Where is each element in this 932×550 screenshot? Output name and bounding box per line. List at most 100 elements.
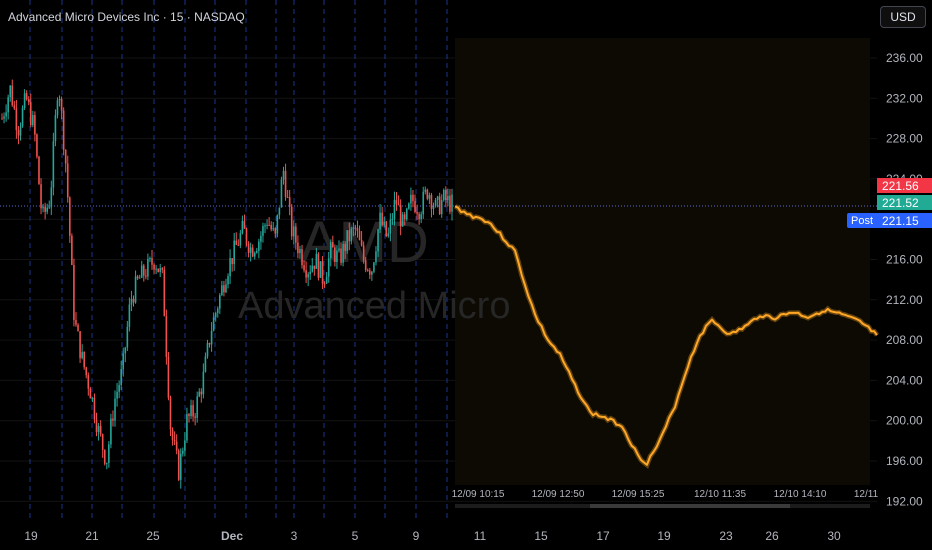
candle-body — [266, 224, 268, 226]
candle-body — [15, 108, 18, 131]
candle-body — [161, 268, 164, 270]
candle-body — [138, 277, 141, 279]
price-chart[interactable]: AMD Advanced Micro 236.00232.00228.00224… — [0, 0, 932, 550]
candle-body — [270, 224, 272, 230]
candle-body — [290, 206, 293, 237]
candle-body — [260, 235, 262, 242]
candle-body — [342, 243, 344, 263]
candle-body — [292, 226, 295, 237]
candle-body — [393, 199, 396, 220]
y-tick-label: 196.00 — [886, 454, 923, 468]
y-tick-label: 200.00 — [886, 414, 923, 428]
candle-body — [251, 247, 254, 257]
candle-body — [19, 126, 22, 136]
x-tick-label: 11 — [474, 529, 487, 543]
candle-body — [426, 189, 429, 199]
candle-body — [403, 214, 406, 220]
candle-body — [128, 304, 131, 327]
candle-body — [188, 414, 190, 417]
candle-body — [410, 194, 412, 204]
candle-body — [54, 115, 57, 142]
candle-body — [93, 397, 96, 420]
candle-body — [385, 221, 388, 237]
x-tick-label: 17 — [596, 529, 610, 543]
candle-body — [350, 228, 353, 242]
candle-body — [23, 93, 26, 108]
candle-body — [340, 248, 342, 263]
x-tick-label: 19 — [657, 529, 671, 543]
candle-body — [91, 397, 94, 399]
candle-body — [124, 347, 127, 354]
ask-price-label: 221.56 — [877, 178, 932, 193]
x-tick-label: 9 — [413, 529, 420, 543]
candle-body — [56, 100, 59, 116]
candle-body — [379, 212, 381, 230]
candle-body — [284, 170, 287, 197]
candle-body — [25, 93, 28, 100]
x-tick-label: Dec — [221, 529, 243, 543]
projection-x-tick-label: 12/09 12:50 — [532, 489, 585, 500]
candle-body — [268, 224, 270, 226]
candle-body — [95, 419, 98, 433]
candle-body — [153, 264, 155, 270]
candle-body — [418, 213, 420, 220]
candle-body — [247, 243, 250, 253]
candle-body — [140, 265, 143, 278]
candle-body — [346, 230, 349, 251]
candle-body — [198, 391, 201, 397]
x-tick-label: 23 — [719, 529, 733, 543]
candle-body — [85, 367, 88, 376]
scrollbar-thumb[interactable] — [590, 504, 790, 508]
y-tick-label: 236.00 — [886, 51, 923, 65]
candle-body — [114, 398, 116, 421]
candle-body — [373, 262, 375, 272]
candle-body — [258, 241, 260, 251]
candle-body — [186, 414, 188, 441]
candle-body — [136, 276, 139, 279]
candle-body — [46, 207, 49, 212]
candle-body — [118, 385, 120, 392]
candle-body — [447, 195, 449, 201]
candle-body — [214, 312, 217, 318]
candle-body — [5, 112, 7, 117]
candle-body — [87, 375, 90, 389]
x-tick-label: 21 — [85, 529, 99, 543]
watermark-name: Advanced Micro — [238, 285, 510, 327]
candle-body — [11, 85, 14, 106]
candle-body — [305, 270, 307, 278]
candle-body — [272, 228, 275, 230]
candle-body — [208, 343, 211, 345]
symbol-title[interactable]: Advanced Micro Devices Inc · 15 · NASDAQ — [8, 10, 245, 24]
candle-body — [32, 115, 34, 126]
candle-body — [387, 233, 390, 237]
candle-body — [358, 230, 361, 241]
candle-body — [401, 214, 404, 227]
candle-body — [179, 453, 182, 480]
currency-button[interactable]: USD — [880, 6, 926, 28]
candle-body — [389, 219, 392, 234]
candle-body — [397, 204, 400, 206]
candle-body — [1, 118, 3, 120]
candle-body — [274, 228, 277, 234]
candle-body — [432, 206, 435, 209]
y-tick-label: 212.00 — [886, 293, 923, 307]
candle-body — [21, 107, 24, 127]
candle-body — [313, 265, 316, 269]
x-tick-label: 3 — [291, 529, 298, 543]
candle-body — [17, 130, 20, 136]
candle-body — [299, 248, 301, 254]
candle-body — [348, 230, 351, 242]
candle-body — [445, 189, 447, 201]
candle-body — [278, 207, 281, 215]
candle-body — [235, 240, 238, 245]
y-tick-label: 204.00 — [886, 373, 923, 387]
candle-body — [375, 251, 377, 263]
candle-body — [311, 265, 314, 272]
candle-body — [249, 247, 252, 253]
candle-body — [307, 274, 309, 278]
candle-body — [151, 258, 153, 265]
candle-body — [147, 258, 149, 277]
candle-body — [155, 268, 157, 270]
x-tick-label: 15 — [534, 529, 548, 543]
y-tick-label: 232.00 — [886, 91, 923, 105]
